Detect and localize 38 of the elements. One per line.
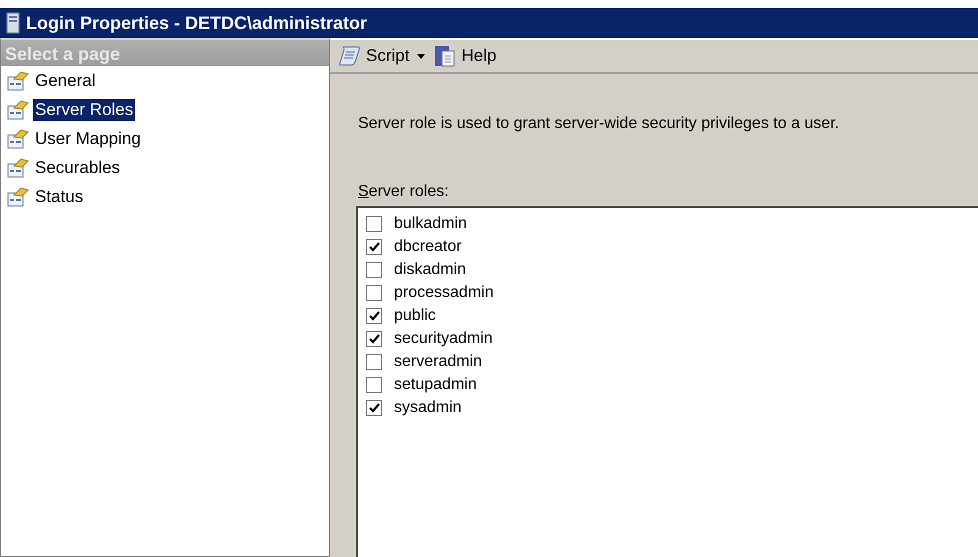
checkbox[interactable] [366,216,382,232]
description-text: Server role is used to grant server-wide security privileges to a user. [358,114,840,134]
sidebar-header: Select a page [1,40,329,66]
page-icon [7,128,29,148]
role-name: securityadmin [394,328,493,348]
role-name: bulkadmin [394,214,467,234]
role-name: diskadmin [394,260,466,280]
role-name: dbcreator [394,236,462,256]
role-name: serveradmin [394,352,482,372]
checkbox[interactable] [366,376,382,392]
caret-icon[interactable] [417,54,426,58]
checkbox[interactable] [366,238,382,254]
sidebar-item[interactable]: Securables [33,156,122,178]
scroll-icon [338,44,362,68]
checkbox[interactable] [366,330,382,346]
sidebar-item[interactable]: General [33,70,98,92]
script-button[interactable]: Script [336,43,412,69]
role-name: processadmin [394,282,494,302]
page-icon [7,70,29,90]
page-icon [7,186,29,206]
checkbox[interactable] [366,284,382,300]
server-icon [6,12,20,34]
checkbox[interactable] [366,262,382,278]
sidebar-item[interactable]: Status [33,186,86,208]
checkbox[interactable] [366,308,382,324]
sidebar-item[interactable]: Server Roles [33,98,136,120]
help-button[interactable]: Help [431,43,498,69]
page-icon [7,100,29,120]
window-title: Login Properties - DETDC\administrator [26,12,368,35]
checkbox[interactable] [366,354,382,370]
sidebar-item[interactable]: User Mapping [33,128,143,150]
role-name: public [394,306,436,326]
role-name: sysadmin [394,398,462,418]
checkbox[interactable] [366,400,382,416]
server-roles-label: Server roles: [358,182,450,202]
page-icon [7,158,29,178]
help-document-icon [433,44,458,68]
role-name: setupadmin [394,374,477,394]
